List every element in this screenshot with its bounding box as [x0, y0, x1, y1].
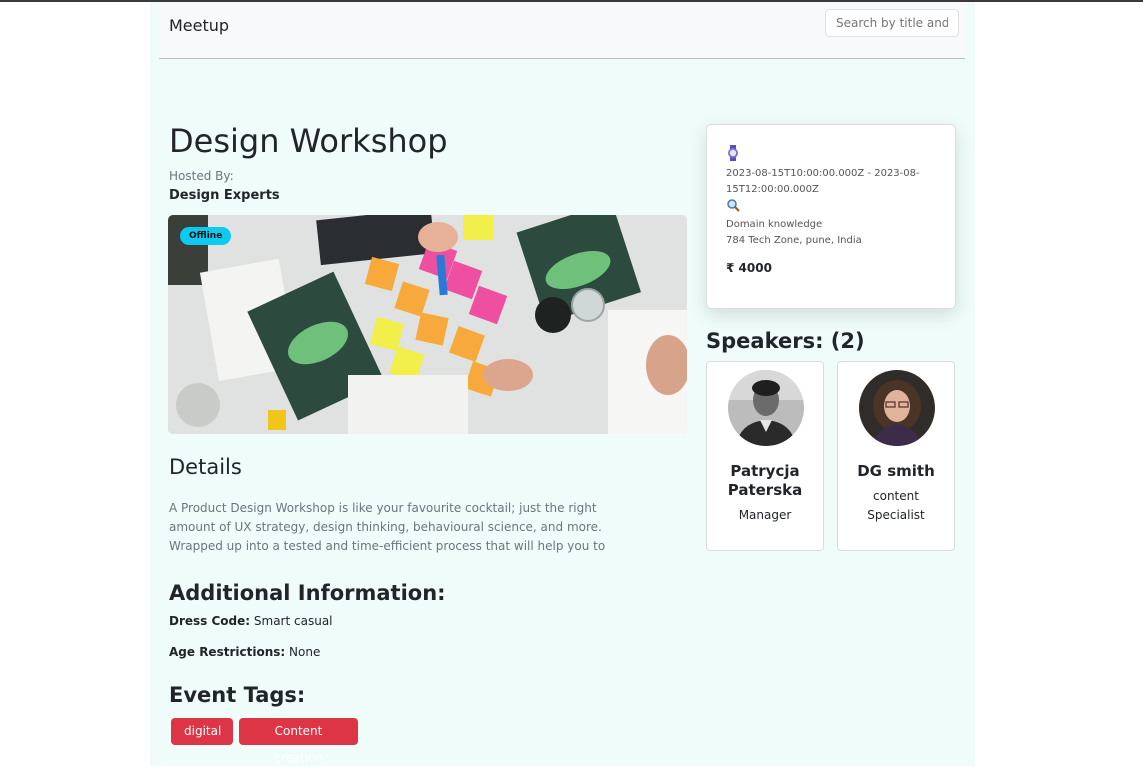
- tag-digital[interactable]: digital: [171, 718, 233, 745]
- tag-content-creation[interactable]: Content creation: [239, 718, 358, 765]
- details-heading: Details: [169, 455, 242, 479]
- event-price: ₹ 4000: [726, 261, 772, 275]
- event-tags-heading: Event Tags:: [169, 683, 306, 707]
- event-title: Design Workshop: [169, 122, 448, 160]
- brand-logo[interactable]: Meetup: [169, 16, 229, 35]
- additional-info-heading: Additional Information:: [169, 581, 446, 605]
- speakers-heading: Speakers: (2): [706, 329, 865, 353]
- dress-code-value: Smart casual: [253, 614, 333, 628]
- navbar: Meetup: [159, 2, 965, 59]
- hosted-by-label: Hosted By:: [169, 169, 234, 183]
- speaker-card: Patrycja Paterska Manager: [706, 361, 824, 551]
- search-input[interactable]: [825, 9, 959, 37]
- speaker-name: Patrycja Paterska: [727, 462, 803, 499]
- event-image: Offline: [168, 215, 687, 434]
- speaker-role: content Specialist: [867, 489, 925, 522]
- speaker-name: DG smith: [857, 462, 935, 480]
- dress-code-line: Dress Code: Smart casual: [169, 614, 333, 628]
- workshop-photo: [168, 215, 687, 434]
- event-venue: Domain knowledge: [726, 219, 823, 230]
- host-name: Design Experts: [169, 188, 280, 203]
- avatar: [859, 370, 935, 446]
- speaker-role: Manager: [738, 508, 792, 522]
- offline-badge: Offline: [180, 227, 232, 245]
- details-text: A Product Design Workshop is like your f…: [169, 501, 606, 553]
- magnifier-icon: [726, 198, 936, 217]
- age-restrictions-line: Age Restrictions: None: [169, 645, 320, 659]
- event-time-range: 2023-08-15T10:00:00.000Z - 2023-08-15T12…: [726, 168, 920, 195]
- watch-icon: [726, 145, 936, 166]
- speaker-card: DG smith content Specialist: [837, 361, 955, 551]
- age-restrictions-value: None: [289, 645, 321, 659]
- page-container: Meetup Design Workshop Hosted By: Design…: [150, 2, 975, 766]
- event-address: 784 Tech Zone, pune, India: [726, 235, 862, 246]
- age-restrictions-label: Age Restrictions:: [169, 645, 286, 659]
- event-info-card: 2023-08-15T10:00:00.000Z - 2023-08-15T12…: [706, 124, 956, 309]
- dress-code-label: Dress Code:: [169, 614, 251, 628]
- avatar: [728, 370, 804, 446]
